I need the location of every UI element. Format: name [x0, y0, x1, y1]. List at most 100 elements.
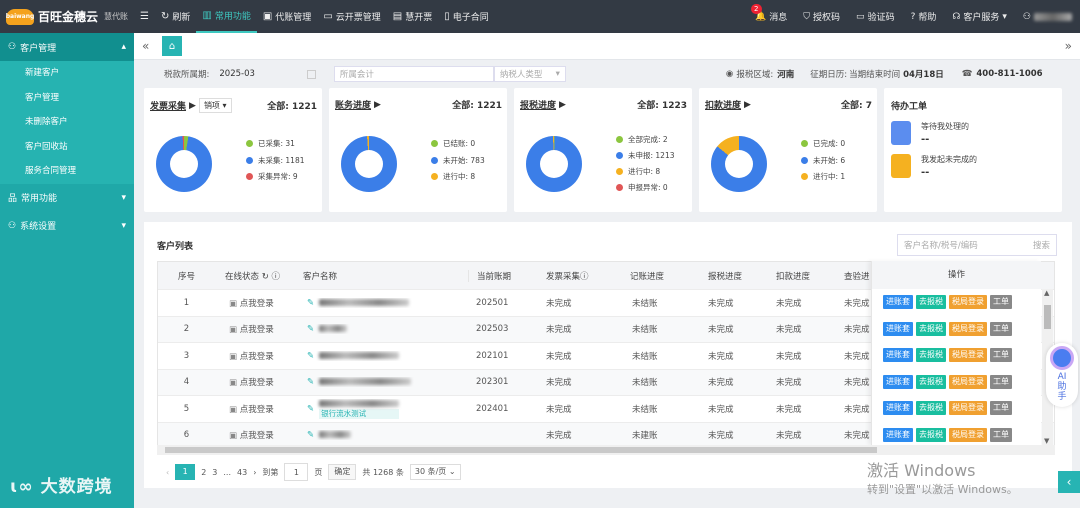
scroll-thumb[interactable] [165, 447, 877, 453]
tax-bureau-login-button[interactable]: 税局登录 [949, 427, 987, 442]
collapse-panel-button[interactable]: ‹ [1058, 471, 1080, 493]
tax-bureau-login-button[interactable]: 税局登录 [949, 401, 987, 416]
horizontal-scrollbar[interactable] [157, 445, 1055, 455]
nav-e-contract[interactable]: ▯ 电子合同 [438, 0, 495, 33]
period-value[interactable]: 2025-03 [219, 69, 255, 79]
customer-name[interactable]: ✎ 银行流水测试 [293, 399, 468, 419]
card-title[interactable]: 报税进度 [520, 98, 556, 111]
refresh-icon[interactable]: ↻ [262, 272, 269, 282]
go-file-tax-button[interactable]: 去报税 [916, 374, 946, 389]
search-button[interactable]: 搜索 [1033, 239, 1050, 251]
customer-name[interactable]: ✎ [293, 377, 468, 387]
go-file-tax-button[interactable]: 去报税 [916, 427, 946, 442]
work-order-button[interactable]: 工单 [990, 427, 1012, 442]
page-size-select[interactable]: 30 条/页 ⌄ [409, 464, 461, 480]
online-login-link[interactable]: ▣ 点我登录 [215, 323, 293, 335]
sidebar-item-customer-management[interactable]: 客户管理 [0, 86, 134, 111]
page-ellipsis[interactable]: ... [223, 468, 231, 477]
edit-icon[interactable]: ✎ [307, 404, 314, 414]
goto-confirm-button[interactable]: 确定 [328, 464, 357, 480]
online-login-link[interactable]: ▣ 点我登录 [215, 297, 293, 309]
tax-bureau-login-button[interactable]: 税局登录 [949, 295, 987, 310]
help-button[interactable]: ? 帮助 [903, 10, 945, 24]
taxpayer-type-select[interactable]: 纳税人类型 ▾ [493, 66, 566, 82]
scroll-thumb[interactable] [1044, 305, 1051, 329]
accountant-select[interactable]: 所属会计 [333, 66, 494, 82]
sidebar-item-undeleted-customers[interactable]: 未删除客户 [0, 110, 134, 135]
nav-common-functions[interactable]: ▥ 常用功能 [196, 0, 257, 33]
ai-assistant-button[interactable]: AI 助 手 [1046, 343, 1078, 407]
help-circle-icon[interactable]: ⓘ [580, 272, 589, 282]
invoice-type-select[interactable]: 销项 ▾ [198, 98, 232, 113]
customer-name[interactable]: ✎ [293, 351, 468, 361]
next-page-icon[interactable]: › [253, 468, 256, 477]
edit-icon[interactable]: ✎ [307, 351, 314, 361]
tax-bureau-login-button[interactable]: 税局登录 [949, 321, 987, 336]
online-login-link[interactable]: ▣ 点我登录 [215, 350, 293, 362]
nav-cloud-invoice[interactable]: ▭ 云开票管理 [317, 0, 386, 33]
go-file-tax-button[interactable]: 去报税 [916, 348, 946, 363]
todo-item-initiated[interactable]: 我发起未完成的 -- [884, 145, 1062, 178]
work-order-button[interactable]: 工单 [990, 374, 1012, 389]
edit-icon[interactable]: ✎ [307, 430, 314, 440]
sidebar-item-recycle-bin[interactable]: 客户回收站 [0, 135, 134, 160]
card-title[interactable]: 扣款进度 [705, 98, 741, 111]
card-title[interactable]: 发票采集 [150, 99, 186, 112]
enter-ledger-button[interactable]: 进账套 [883, 401, 913, 416]
enter-ledger-button[interactable]: 进账套 [883, 295, 913, 310]
work-order-button[interactable]: 工单 [990, 295, 1012, 310]
work-order-button[interactable]: 工单 [990, 401, 1012, 416]
region-value[interactable]: 河南 [777, 68, 794, 80]
page-number-active[interactable]: 1 [175, 464, 196, 480]
edit-icon[interactable]: ✎ [307, 298, 314, 308]
caret-down-icon[interactable]: ▼ [1044, 437, 1049, 445]
caret-up-icon[interactable]: ▲ [1044, 289, 1049, 297]
customer-service-button[interactable]: ☊ 客户服务 ▾ [944, 10, 1015, 24]
go-file-tax-button[interactable]: 去报税 [916, 321, 946, 336]
sidebar-group-settings[interactable]: ⚇ 系统设置 ▾ [0, 212, 134, 240]
tax-bureau-login-button[interactable]: 税局登录 [949, 348, 987, 363]
online-login-link[interactable]: ▣ 点我登录 [215, 403, 293, 415]
sidebar-group-common[interactable]: 品常用功能 ▾ [0, 184, 134, 212]
todo-item-pending[interactable]: 等待我处理的 -- [884, 112, 1062, 145]
nav-refresh[interactable]: ↻ 刷新 [155, 0, 196, 33]
sidebar-item-new-customer[interactable]: 新建客户 [0, 61, 134, 86]
prev-page-icon[interactable]: ‹ [166, 468, 169, 477]
sidebar-item-service-contracts[interactable]: 服务合同管理 [0, 159, 134, 184]
messages-button[interactable]: 2 🔔 消息 [747, 4, 795, 23]
customer-search-input[interactable]: 客户名称/税号/编码 搜索 [897, 234, 1057, 256]
verify-code-button[interactable]: ▭ 验证码 [848, 10, 903, 24]
app-logo[interactable]: baiwang 百旺金穗云 慧代账 [0, 8, 134, 25]
edit-icon[interactable]: ✎ [307, 377, 314, 387]
customer-name[interactable]: ✎ [293, 430, 468, 440]
card-title[interactable]: 账务进度 [335, 98, 371, 111]
double-chevron-left-icon[interactable]: « [142, 39, 149, 53]
period-checkbox[interactable] [306, 69, 316, 79]
work-order-button[interactable]: 工单 [990, 321, 1012, 336]
page-number[interactable]: 3 [212, 468, 217, 477]
work-order-button[interactable]: 工单 [990, 348, 1012, 363]
enter-ledger-button[interactable]: 进账套 [883, 348, 913, 363]
user-menu[interactable]: ⚇ [1015, 12, 1080, 22]
home-tab[interactable]: ⌂ [162, 36, 182, 56]
sidebar-group-customer[interactable]: ⚇ 客户管理 ▴ [0, 33, 134, 61]
customer-name[interactable]: ✎ [293, 298, 468, 308]
go-file-tax-button[interactable]: 去报税 [916, 401, 946, 416]
enter-ledger-button[interactable]: 进账套 [883, 374, 913, 389]
menu-toggle[interactable]: ☰ [134, 0, 155, 33]
enter-ledger-button[interactable]: 进账套 [883, 321, 913, 336]
customer-name[interactable]: ✎ [293, 324, 468, 334]
tax-bureau-login-button[interactable]: 税局登录 [949, 374, 987, 389]
enter-ledger-button[interactable]: 进账套 [883, 427, 913, 442]
page-number[interactable]: 2 [201, 468, 206, 477]
online-login-link[interactable]: ▣ 点我登录 [215, 429, 293, 441]
page-number[interactable]: 43 [237, 468, 247, 477]
double-chevron-right-icon[interactable]: » [1065, 39, 1072, 53]
online-login-link[interactable]: ▣ 点我登录 [215, 376, 293, 388]
go-file-tax-button[interactable]: 去报税 [916, 295, 946, 310]
nav-smart-invoice[interactable]: ▤ 慧开票 [387, 0, 438, 33]
goto-page-input[interactable]: 1 [284, 463, 309, 481]
nav-agency-management[interactable]: ▣ 代账管理 [257, 0, 317, 33]
edit-icon[interactable]: ✎ [307, 324, 314, 334]
help-circle-icon[interactable]: ⓘ [272, 272, 281, 282]
